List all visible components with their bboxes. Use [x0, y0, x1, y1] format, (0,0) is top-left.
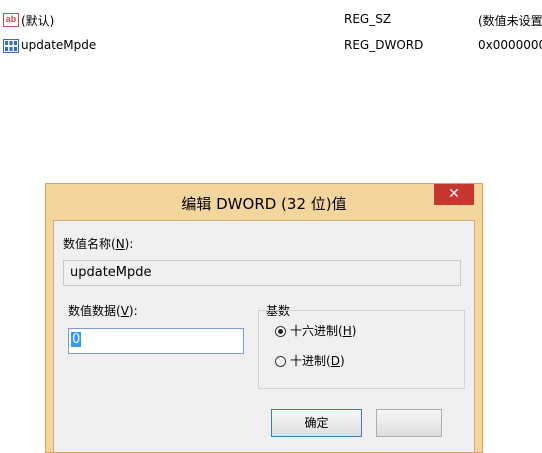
string-value-icon: ab — [3, 13, 19, 27]
close-icon: ✕ — [448, 186, 460, 202]
value-data-label: 数值数据(V): — [68, 304, 138, 318]
registry-row-default[interactable]: ab (默认) REG_SZ (数值未设置 — [0, 10, 542, 30]
radio-hexadecimal[interactable]: 十六进制(H) — [275, 322, 356, 339]
dialog-title: 编辑 DWORD (32 位)值 — [181, 195, 347, 213]
close-button[interactable]: ✕ — [434, 184, 474, 205]
edit-dword-dialog: 编辑 DWORD (32 位)值 ✕ 数值名称(N): updateMpde 数… — [45, 183, 483, 453]
value-data-input[interactable]: 0 — [68, 328, 244, 354]
registry-value-name: (默认) — [21, 14, 55, 28]
radio-unselected-icon — [275, 356, 286, 367]
cancel-button[interactable] — [376, 409, 442, 437]
registry-value-type: REG_SZ — [344, 12, 392, 26]
value-name-label: 数值名称(N): — [63, 237, 134, 251]
base-group: 十六进制(H) 十进制(D) — [258, 310, 465, 389]
registry-value-data: 0x0000000 — [478, 38, 542, 52]
dialog-client-area: 数值名称(N): updateMpde 数值数据(V): 0 基数 十六进制(H… — [53, 220, 475, 452]
value-name-field[interactable]: updateMpde — [63, 260, 461, 286]
registry-row-updatempde[interactable]: updateMpde REG_DWORD 0x0000000 — [0, 36, 542, 56]
registry-value-type: REG_DWORD — [344, 38, 424, 52]
radio-decimal[interactable]: 十进制(D) — [275, 352, 345, 369]
dialog-title-bar[interactable]: 编辑 DWORD (32 位)值 ✕ — [46, 184, 482, 220]
ok-button[interactable]: 确定 — [271, 409, 362, 437]
radio-selected-icon — [275, 326, 286, 337]
dword-value-icon — [3, 39, 19, 53]
value-data-text: 0 — [71, 332, 82, 347]
registry-value-name: updateMpde — [21, 38, 97, 52]
registry-value-data: (数值未设置 — [478, 14, 542, 28]
